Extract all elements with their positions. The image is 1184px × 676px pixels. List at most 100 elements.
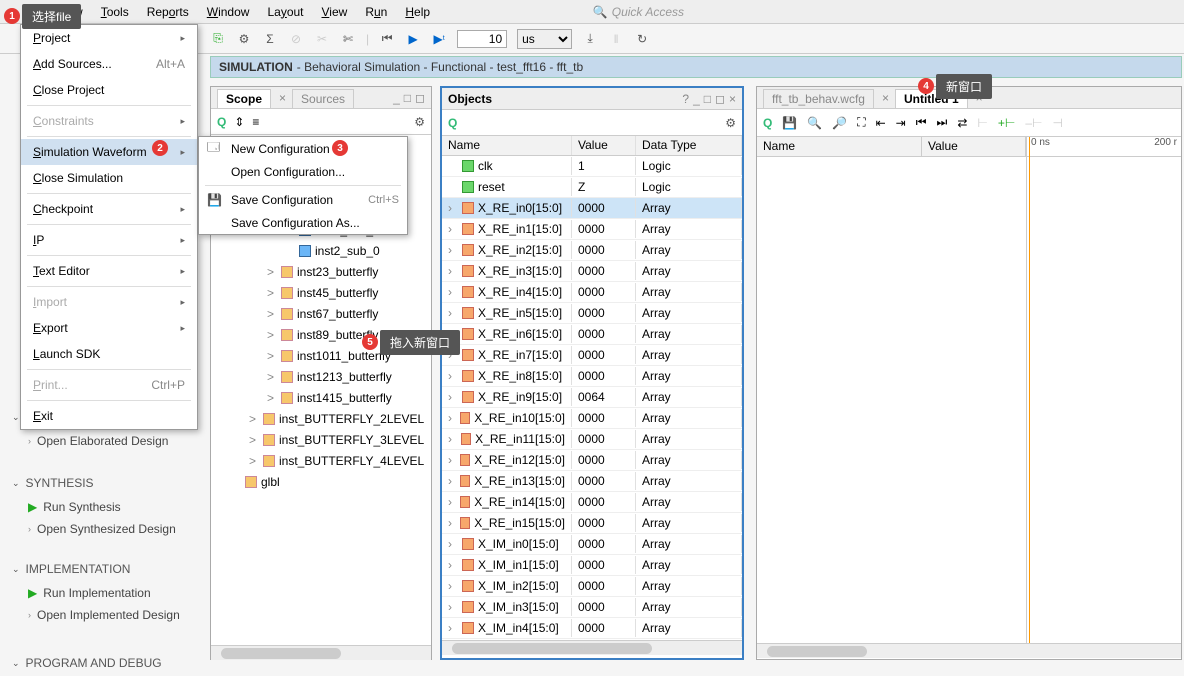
close-icon[interactable]: × xyxy=(882,91,889,105)
tree-row[interactable]: >inst_BUTTERFLY_2LEVEL xyxy=(211,408,431,429)
time-input[interactable] xyxy=(457,30,507,48)
object-row[interactable]: ›X_RE_in12[15:0]0000Array xyxy=(442,450,742,471)
gear-icon[interactable]: ⚙ xyxy=(725,116,736,130)
save-icon[interactable]: 💾 xyxy=(782,116,797,130)
menu-reports[interactable]: Reports xyxy=(147,5,189,19)
submenu-item[interactable]: Save Configuration As... xyxy=(199,211,407,234)
menu-item[interactable]: IP▸ xyxy=(21,227,197,253)
tree-row[interactable]: glbl xyxy=(211,471,431,492)
sigma-icon[interactable]: Σ xyxy=(262,31,278,47)
menu-item[interactable]: Checkpoint▸ xyxy=(21,196,197,222)
object-row[interactable]: ›X_RE_in10[15:0]0000Array xyxy=(442,408,742,429)
object-row[interactable]: ›X_RE_in15[15:0]0000Array xyxy=(442,513,742,534)
object-row[interactable]: ›X_RE_in0[15:0]0000Array xyxy=(442,198,742,219)
maximize-icon[interactable]: ◻ xyxy=(715,92,725,106)
menu-layout[interactable]: Layout xyxy=(267,5,303,19)
scope-scrollbar[interactable] xyxy=(211,645,431,660)
nav-run-implementation[interactable]: ▶Run Implementation xyxy=(12,582,202,604)
scissors-icon[interactable]: ✂ xyxy=(314,31,330,47)
zoom-fit-icon[interactable]: ⛶ xyxy=(857,115,865,130)
marker-icon[interactable]: ⊢ xyxy=(977,116,987,130)
object-row[interactable]: ›X_RE_in5[15:0]0000Array xyxy=(442,303,742,324)
zoom-out-icon[interactable]: 🔎 xyxy=(832,116,847,130)
timeline[interactable]: 0 ns 200 r xyxy=(1027,137,1181,157)
object-row[interactable]: clk1Logic xyxy=(442,156,742,177)
restore-icon[interactable]: □ xyxy=(704,92,711,106)
object-row[interactable]: ›X_RE_in13[15:0]0000Array xyxy=(442,471,742,492)
play-icon[interactable]: ▶ xyxy=(405,31,421,47)
search-icon[interactable]: Q xyxy=(763,116,772,130)
restore-icon[interactable]: □ xyxy=(404,91,411,105)
prev-edge-icon[interactable]: ⇤ xyxy=(876,116,886,130)
nav-open-elaborated[interactable]: ›Open Elaborated Design xyxy=(12,430,202,452)
tree-row[interactable]: >inst1415_butterfly xyxy=(211,387,431,408)
menu-item[interactable]: Constraints▸ xyxy=(21,108,197,134)
close-icon[interactable]: × xyxy=(279,91,286,105)
object-row[interactable]: ›X_RE_in3[15:0]0000Array xyxy=(442,261,742,282)
menu-item[interactable]: Text Editor▸ xyxy=(21,258,197,284)
sources-tab[interactable]: Sources xyxy=(292,89,354,108)
close-icon[interactable]: × xyxy=(729,92,736,106)
menu-run[interactable]: Run xyxy=(365,5,387,19)
menu-tools[interactable]: Tools xyxy=(101,5,129,19)
menu-item[interactable]: Export▸ xyxy=(21,315,197,341)
minimize-icon[interactable]: _ xyxy=(693,92,700,106)
maximize-icon[interactable]: ◻ xyxy=(415,91,425,105)
tree-row[interactable]: inst2_sub_0 xyxy=(211,240,431,261)
collapse-icon[interactable]: ⇕ xyxy=(234,115,244,129)
tree-row[interactable]: >inst1213_butterfly xyxy=(211,366,431,387)
time-unit-select[interactable]: us xyxy=(517,29,572,49)
step-icon[interactable]: ▶t xyxy=(431,31,447,47)
zoom-in-icon[interactable]: 🔍 xyxy=(807,116,822,130)
nav-open-implemented[interactable]: ›Open Implemented Design xyxy=(12,604,202,626)
menu-help[interactable]: Help xyxy=(405,5,430,19)
help-icon[interactable]: ? xyxy=(682,92,689,106)
search-icon[interactable]: Q xyxy=(217,115,226,129)
submenu-item[interactable]: 💾Save ConfigurationCtrl+S xyxy=(199,188,407,211)
submenu-item[interactable]: Open Configuration... xyxy=(199,160,407,183)
minimize-icon[interactable]: _ xyxy=(393,91,400,105)
gear-icon[interactable]: ⚙ xyxy=(414,115,425,129)
wcfg-tab[interactable]: fft_tb_behav.wcfg xyxy=(763,89,874,108)
menu-item[interactable]: Close Simulation xyxy=(21,165,197,191)
goto-icon[interactable]: ⊣ xyxy=(1052,116,1062,130)
down-icon[interactable]: ⤓ xyxy=(582,31,598,47)
del-marker-icon[interactable]: –⊢ xyxy=(1025,116,1042,130)
last-icon[interactable]: ⏭ xyxy=(937,115,948,130)
menu-item[interactable]: Exit xyxy=(21,403,197,429)
menu-item[interactable]: Add Sources...Alt+A xyxy=(21,51,197,77)
menu-item[interactable]: Close Project xyxy=(21,77,197,103)
add-marker-icon[interactable]: +⊢ xyxy=(998,116,1015,130)
pause-icon[interactable]: ‖ xyxy=(608,31,624,47)
menu-item[interactable]: Print...Ctrl+P xyxy=(21,372,197,398)
menu-item[interactable]: Simulation Waveform▸ xyxy=(21,139,197,165)
object-row[interactable]: ›X_IM_in3[15:0]0000Array xyxy=(442,597,742,618)
object-row[interactable]: ›X_RE_in11[15:0]0000Array xyxy=(442,429,742,450)
cancel-icon[interactable]: ⊘ xyxy=(288,31,304,47)
object-row[interactable]: ›X_RE_in8[15:0]0000Array xyxy=(442,366,742,387)
wave-scrollbar[interactable] xyxy=(757,643,1181,658)
tree-row[interactable]: >inst_BUTTERFLY_3LEVEL xyxy=(211,429,431,450)
object-row[interactable]: ›X_RE_in9[15:0]0064Array xyxy=(442,387,742,408)
tree-row[interactable]: >inst67_butterfly xyxy=(211,303,431,324)
quick-access[interactable]: 🔍 Quick Access xyxy=(593,5,684,19)
add-icon[interactable]: ⎘ xyxy=(210,31,226,47)
col-value[interactable]: Value xyxy=(572,136,636,155)
menu-item[interactable]: Launch SDK xyxy=(21,341,197,367)
objects-scrollbar[interactable] xyxy=(442,640,742,655)
restart-icon[interactable]: ⏮ xyxy=(379,31,395,47)
col-name[interactable]: Name xyxy=(442,136,572,155)
object-row[interactable]: ›X_IM_in2[15:0]0000Array xyxy=(442,576,742,597)
cursor-line[interactable] xyxy=(1029,137,1030,644)
object-row[interactable]: ›X_RE_in7[15:0]0000Array xyxy=(442,345,742,366)
scissors2-icon[interactable]: ✄ xyxy=(340,31,356,47)
submenu-item[interactable]: 🗔New Configuration xyxy=(199,137,407,160)
expand-icon[interactable]: ≡ xyxy=(252,115,259,129)
gear-icon[interactable]: ⚙ xyxy=(236,31,252,47)
object-row[interactable]: ›X_RE_in1[15:0]0000Array xyxy=(442,219,742,240)
tree-row[interactable]: >inst23_butterfly xyxy=(211,261,431,282)
object-row[interactable]: ›X_RE_in4[15:0]0000Array xyxy=(442,282,742,303)
object-row[interactable]: ›X_RE_in14[15:0]0000Array xyxy=(442,492,742,513)
next-edge-icon[interactable]: ⇥ xyxy=(896,116,906,130)
col-type[interactable]: Data Type xyxy=(636,136,742,155)
